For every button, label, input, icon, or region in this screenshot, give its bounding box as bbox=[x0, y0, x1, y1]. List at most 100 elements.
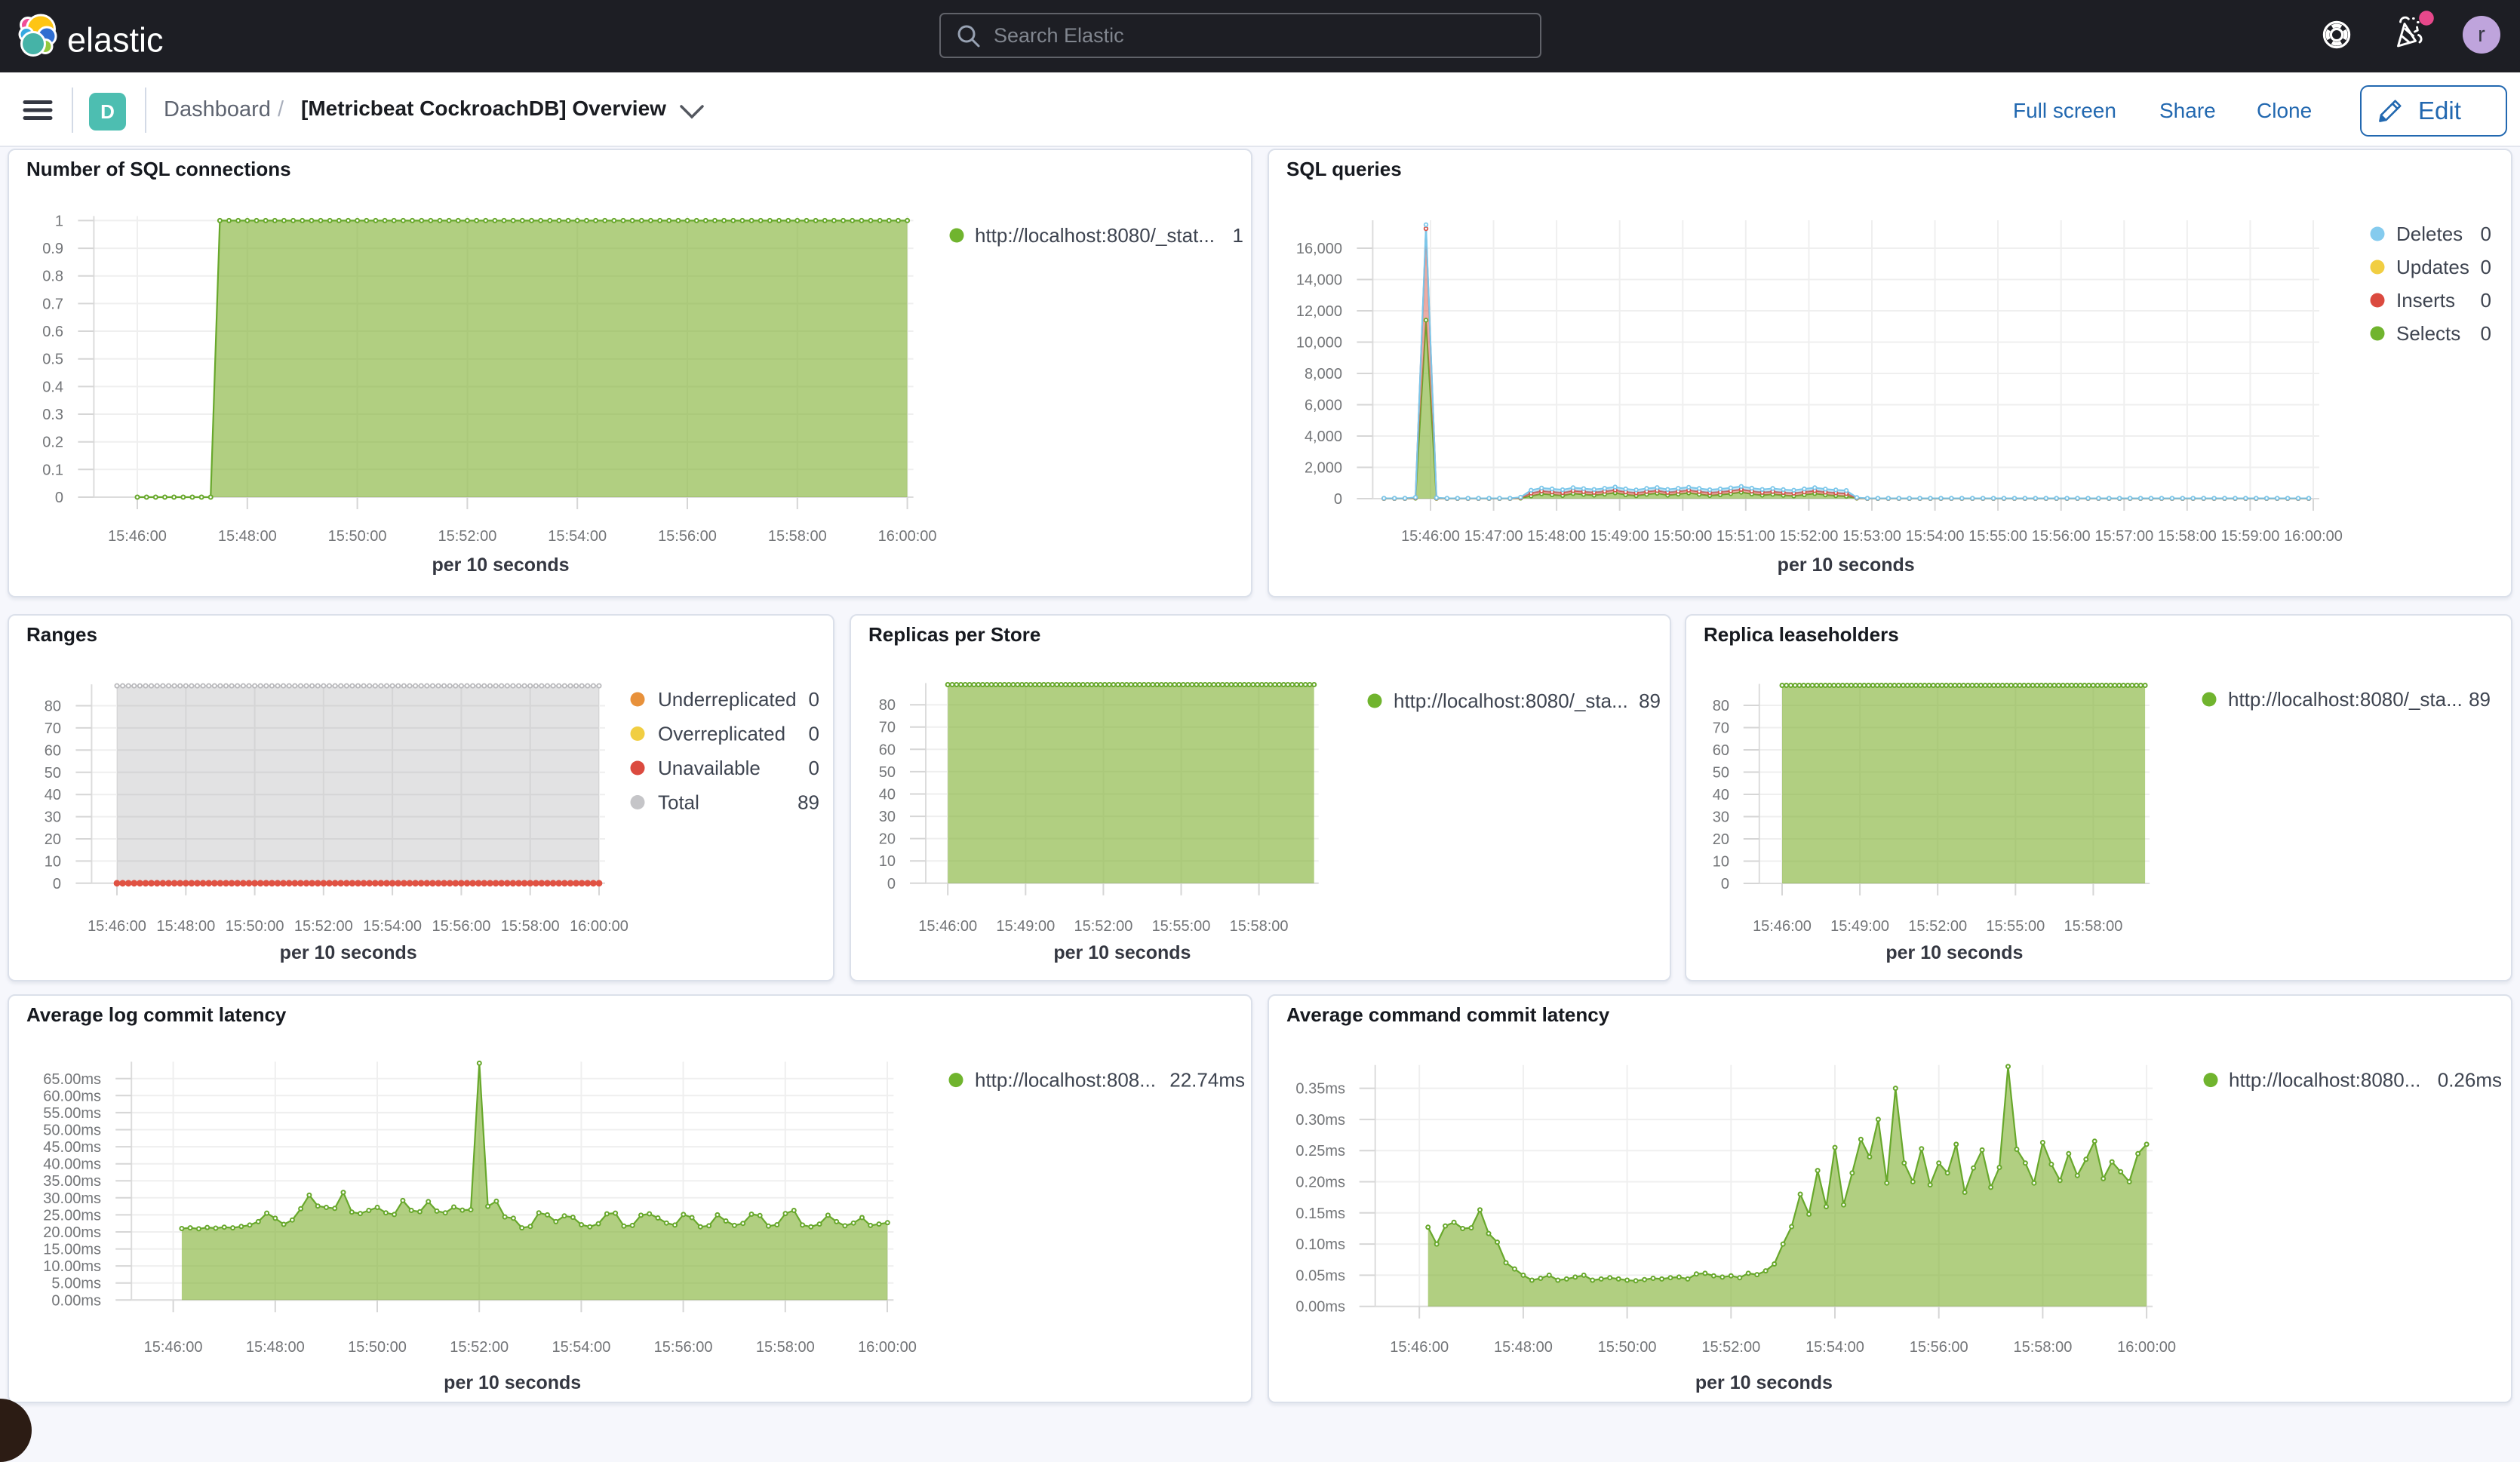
svg-text:0: 0 bbox=[1721, 876, 1729, 892]
svg-text:60: 60 bbox=[879, 742, 896, 758]
svg-text:45.00ms: 45.00ms bbox=[43, 1139, 101, 1156]
svg-text:16:00:00: 16:00:00 bbox=[858, 1339, 917, 1356]
svg-text:http://localhost:8080/_sta...: http://localhost:8080/_sta... bbox=[2228, 688, 2463, 711]
svg-text:15:46:00: 15:46:00 bbox=[1753, 918, 1812, 935]
svg-text:15:52:00: 15:52:00 bbox=[1074, 918, 1132, 935]
svg-text:0.26ms: 0.26ms bbox=[2438, 1069, 2502, 1092]
svg-text:5.00ms: 5.00ms bbox=[51, 1276, 101, 1292]
svg-text:15:46:00: 15:46:00 bbox=[1390, 1339, 1449, 1356]
svg-text:0: 0 bbox=[53, 876, 61, 892]
svg-text:8,000: 8,000 bbox=[1305, 366, 1342, 382]
svg-text:15:54:00: 15:54:00 bbox=[1805, 1339, 1864, 1356]
svg-text:http://localhost:8080/_sta...: http://localhost:8080/_sta... bbox=[1394, 690, 1628, 712]
svg-text:15:58:00: 15:58:00 bbox=[1230, 918, 1289, 935]
svg-text:15:51:00: 15:51:00 bbox=[1716, 528, 1775, 545]
svg-text:15:56:00: 15:56:00 bbox=[654, 1339, 713, 1356]
svg-text:15:50:00: 15:50:00 bbox=[1598, 1339, 1657, 1356]
svg-text:16:00:00: 16:00:00 bbox=[2117, 1339, 2176, 1356]
svg-text:0.15ms: 0.15ms bbox=[1295, 1206, 1345, 1222]
svg-text:Deletes: Deletes bbox=[2396, 223, 2463, 245]
svg-text:16:00:00: 16:00:00 bbox=[2284, 528, 2343, 545]
svg-text:0.2: 0.2 bbox=[42, 435, 63, 451]
svg-text:0.30ms: 0.30ms bbox=[1295, 1112, 1345, 1129]
svg-text:15:58:00: 15:58:00 bbox=[501, 918, 560, 935]
svg-text:Underreplicated: Underreplicated bbox=[658, 688, 797, 711]
svg-text:20: 20 bbox=[1713, 831, 1729, 848]
svg-text:15:58:00: 15:58:00 bbox=[756, 1339, 815, 1356]
svg-text:15:49:00: 15:49:00 bbox=[1830, 918, 1889, 935]
svg-text:14,000: 14,000 bbox=[1296, 272, 1342, 289]
svg-text:15:46:00: 15:46:00 bbox=[144, 1339, 203, 1356]
svg-text:0: 0 bbox=[887, 876, 896, 892]
svg-text:per 10 seconds: per 10 seconds bbox=[432, 554, 569, 576]
svg-text:per 10 seconds: per 10 seconds bbox=[1053, 942, 1191, 963]
svg-text:0: 0 bbox=[1334, 491, 1342, 508]
svg-text:0.00ms: 0.00ms bbox=[1295, 1299, 1345, 1316]
svg-text:20.00ms: 20.00ms bbox=[43, 1224, 101, 1241]
svg-text:15:52:00: 15:52:00 bbox=[438, 528, 496, 545]
svg-text:89: 89 bbox=[2469, 688, 2491, 711]
svg-text:20: 20 bbox=[45, 831, 61, 848]
svg-text:70: 70 bbox=[1713, 720, 1729, 737]
svg-text:15:54:00: 15:54:00 bbox=[552, 1339, 610, 1356]
svg-text:0.6: 0.6 bbox=[42, 324, 63, 340]
svg-text:15:54:00: 15:54:00 bbox=[548, 528, 607, 545]
svg-text:15:55:00: 15:55:00 bbox=[1968, 528, 2027, 545]
svg-text:30.00ms: 30.00ms bbox=[43, 1190, 101, 1207]
svg-text:0: 0 bbox=[809, 688, 819, 711]
svg-text:30: 30 bbox=[879, 809, 896, 825]
svg-text:15:55:00: 15:55:00 bbox=[1986, 918, 2045, 935]
svg-text:Total: Total bbox=[658, 791, 699, 814]
svg-text:http://localhost:8080/_stat...: http://localhost:8080/_stat... bbox=[975, 224, 1215, 247]
svg-text:15:48:00: 15:48:00 bbox=[1494, 1339, 1553, 1356]
svg-text:15:50:00: 15:50:00 bbox=[348, 1339, 407, 1356]
svg-text:50.00ms: 50.00ms bbox=[43, 1123, 101, 1139]
svg-text:0.7: 0.7 bbox=[42, 296, 63, 312]
svg-text:15:47:00: 15:47:00 bbox=[1464, 528, 1523, 545]
svg-text:per 10 seconds: per 10 seconds bbox=[1885, 942, 2023, 963]
svg-text:15:48:00: 15:48:00 bbox=[218, 528, 277, 545]
svg-text:Selects: Selects bbox=[2396, 322, 2460, 345]
svg-text:15:49:00: 15:49:00 bbox=[1590, 528, 1649, 545]
svg-text:Updates: Updates bbox=[2396, 256, 2469, 278]
svg-text:15:48:00: 15:48:00 bbox=[156, 918, 215, 935]
svg-text:Inserts: Inserts bbox=[2396, 289, 2455, 312]
svg-text:60: 60 bbox=[1713, 742, 1729, 759]
svg-text:0.00ms: 0.00ms bbox=[51, 1292, 101, 1309]
svg-text:50: 50 bbox=[1713, 765, 1729, 782]
svg-text:50: 50 bbox=[879, 764, 896, 781]
svg-text:6,000: 6,000 bbox=[1305, 398, 1342, 414]
svg-text:60: 60 bbox=[45, 742, 61, 759]
svg-text:15:52:00: 15:52:00 bbox=[1779, 528, 1838, 545]
svg-text:10,000: 10,000 bbox=[1296, 335, 1342, 352]
svg-text:per 10 seconds: per 10 seconds bbox=[1695, 1372, 1833, 1393]
svg-text:0.10ms: 0.10ms bbox=[1295, 1236, 1345, 1253]
svg-text:15:59:00: 15:59:00 bbox=[2220, 528, 2279, 545]
svg-text:30: 30 bbox=[1713, 809, 1729, 826]
svg-text:35.00ms: 35.00ms bbox=[43, 1173, 101, 1190]
svg-text:55.00ms: 55.00ms bbox=[43, 1105, 101, 1122]
svg-text:15:54:00: 15:54:00 bbox=[363, 918, 422, 935]
svg-text:per 10 seconds: per 10 seconds bbox=[280, 942, 417, 963]
svg-text:0.9: 0.9 bbox=[42, 241, 63, 257]
svg-text:10: 10 bbox=[45, 853, 61, 870]
svg-text:65.00ms: 65.00ms bbox=[43, 1071, 101, 1088]
svg-text:15:46:00: 15:46:00 bbox=[88, 918, 146, 935]
svg-text:15:48:00: 15:48:00 bbox=[1527, 528, 1586, 545]
svg-text:0.05ms: 0.05ms bbox=[1295, 1267, 1345, 1284]
svg-text:80: 80 bbox=[879, 697, 896, 714]
svg-text:10: 10 bbox=[879, 853, 896, 870]
svg-text:15:56:00: 15:56:00 bbox=[2032, 528, 2091, 545]
svg-text:10.00ms: 10.00ms bbox=[43, 1258, 101, 1275]
svg-text:0.20ms: 0.20ms bbox=[1295, 1175, 1345, 1191]
svg-text:16:00:00: 16:00:00 bbox=[570, 918, 628, 935]
svg-text:per 10 seconds: per 10 seconds bbox=[444, 1372, 581, 1393]
svg-text:0: 0 bbox=[2481, 322, 2491, 345]
svg-text:15:53:00: 15:53:00 bbox=[1842, 528, 1901, 545]
svg-text:15:52:00: 15:52:00 bbox=[450, 1339, 509, 1356]
svg-text:50: 50 bbox=[45, 765, 61, 782]
svg-text:2,000: 2,000 bbox=[1305, 460, 1342, 477]
svg-text:15:50:00: 15:50:00 bbox=[1653, 528, 1712, 545]
svg-text:Unavailable: Unavailable bbox=[658, 757, 761, 779]
svg-text:http://localhost:8080...: http://localhost:8080... bbox=[2229, 1069, 2420, 1092]
